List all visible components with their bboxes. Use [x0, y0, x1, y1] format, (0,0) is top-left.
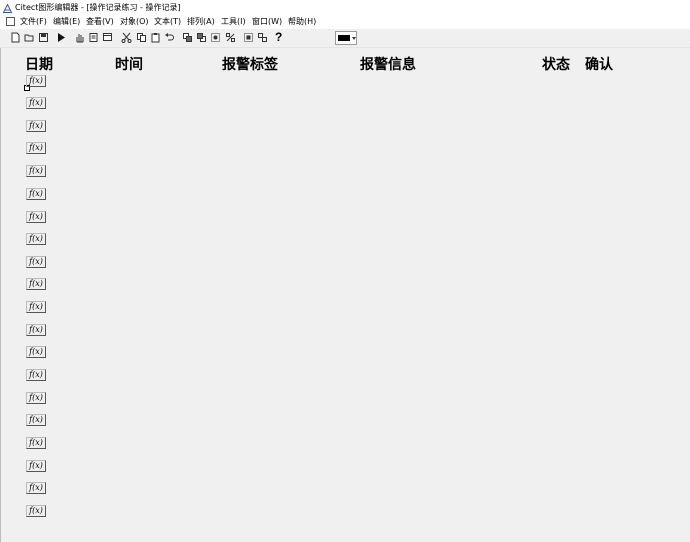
drawing-canvas[interactable]: 日期 时间 报警标签 报警信息 状态 确认 f(x) f(x) f(x) f(x…: [0, 48, 690, 542]
column-header-alarm-tag[interactable]: 报警标签: [222, 54, 278, 74]
function-cell[interactable]: f(x): [26, 211, 46, 223]
help-icon[interactable]: ?: [275, 31, 286, 43]
menu-help[interactable]: 帮助(H): [288, 15, 316, 29]
function-cell[interactable]: f(x): [26, 278, 46, 290]
send-backward-icon[interactable]: [196, 32, 207, 43]
open-folder-icon[interactable]: [24, 32, 35, 43]
function-cell[interactable]: f(x): [26, 97, 46, 109]
function-cell[interactable]: f(x): [26, 188, 46, 200]
undo-icon[interactable]: [164, 32, 175, 43]
menu-tools[interactable]: 工具(I): [221, 15, 246, 29]
column-header-date[interactable]: 日期: [25, 54, 53, 74]
color-swatch: [338, 35, 350, 41]
function-cell[interactable]: f(x): [26, 324, 46, 336]
function-cell[interactable]: f(x): [26, 505, 46, 517]
menu-window[interactable]: 窗口(W): [252, 15, 282, 29]
app-icon: [2, 3, 13, 13]
function-cell[interactable]: f(x): [26, 142, 46, 154]
column-header-alarm-info[interactable]: 报警信息: [360, 54, 416, 74]
column-header-status[interactable]: 状态: [542, 54, 570, 74]
new-file-icon[interactable]: [10, 32, 21, 43]
function-cell[interactable]: f(x): [26, 369, 46, 381]
function-cell[interactable]: f(x): [26, 165, 46, 177]
menu-file[interactable]: 文件(F): [20, 15, 47, 29]
menu-object[interactable]: 对象(O): [120, 15, 149, 29]
copy-icon[interactable]: [136, 32, 147, 43]
hand-icon[interactable]: [74, 32, 85, 43]
ungroup-icon[interactable]: [225, 32, 236, 43]
column-header-acknowledge[interactable]: 确认: [585, 54, 613, 74]
menu-arrange[interactable]: 排列(A): [187, 15, 215, 29]
function-cell[interactable]: f(x): [26, 75, 46, 87]
bring-forward-icon[interactable]: [182, 32, 193, 43]
align-icon[interactable]: [243, 32, 254, 43]
document-icon[interactable]: [6, 17, 15, 26]
distribute-icon[interactable]: [257, 32, 268, 43]
window-title: Citect图形编辑器 - [操作记录练习 - 操作记录]: [15, 3, 181, 12]
color-picker[interactable]: [335, 31, 357, 45]
menu-text[interactable]: 文本(T): [154, 15, 181, 29]
group-icon[interactable]: [210, 32, 221, 43]
function-cell[interactable]: f(x): [26, 120, 46, 132]
function-cell[interactable]: f(x): [26, 392, 46, 404]
save-icon[interactable]: [38, 32, 49, 43]
page-icon[interactable]: [88, 32, 99, 43]
menu-view[interactable]: 查看(V): [86, 15, 114, 29]
function-cell[interactable]: f(x): [26, 301, 46, 313]
function-cell[interactable]: f(x): [26, 256, 46, 268]
function-cell[interactable]: f(x): [26, 482, 46, 494]
paste-icon[interactable]: [150, 32, 161, 43]
toolbar: ?: [0, 29, 690, 48]
column-header-time[interactable]: 时间: [115, 54, 143, 74]
window-icon[interactable]: [102, 32, 113, 43]
function-cell[interactable]: f(x): [26, 414, 46, 426]
chevron-down-icon: [352, 37, 356, 40]
function-cell[interactable]: f(x): [26, 437, 46, 449]
function-cell[interactable]: f(x): [26, 233, 46, 245]
function-cell[interactable]: f(x): [26, 346, 46, 358]
menu-edit[interactable]: 编辑(E): [53, 15, 80, 29]
function-cell[interactable]: f(x): [26, 460, 46, 472]
menu-bar: 文件(F) 编辑(E) 查看(V) 对象(O) 文本(T) 排列(A) 工具(I…: [0, 15, 690, 29]
play-icon[interactable]: [56, 32, 67, 43]
title-bar: Citect图形编辑器 - [操作记录练习 - 操作记录]: [0, 0, 690, 15]
cut-icon[interactable]: [121, 32, 132, 43]
